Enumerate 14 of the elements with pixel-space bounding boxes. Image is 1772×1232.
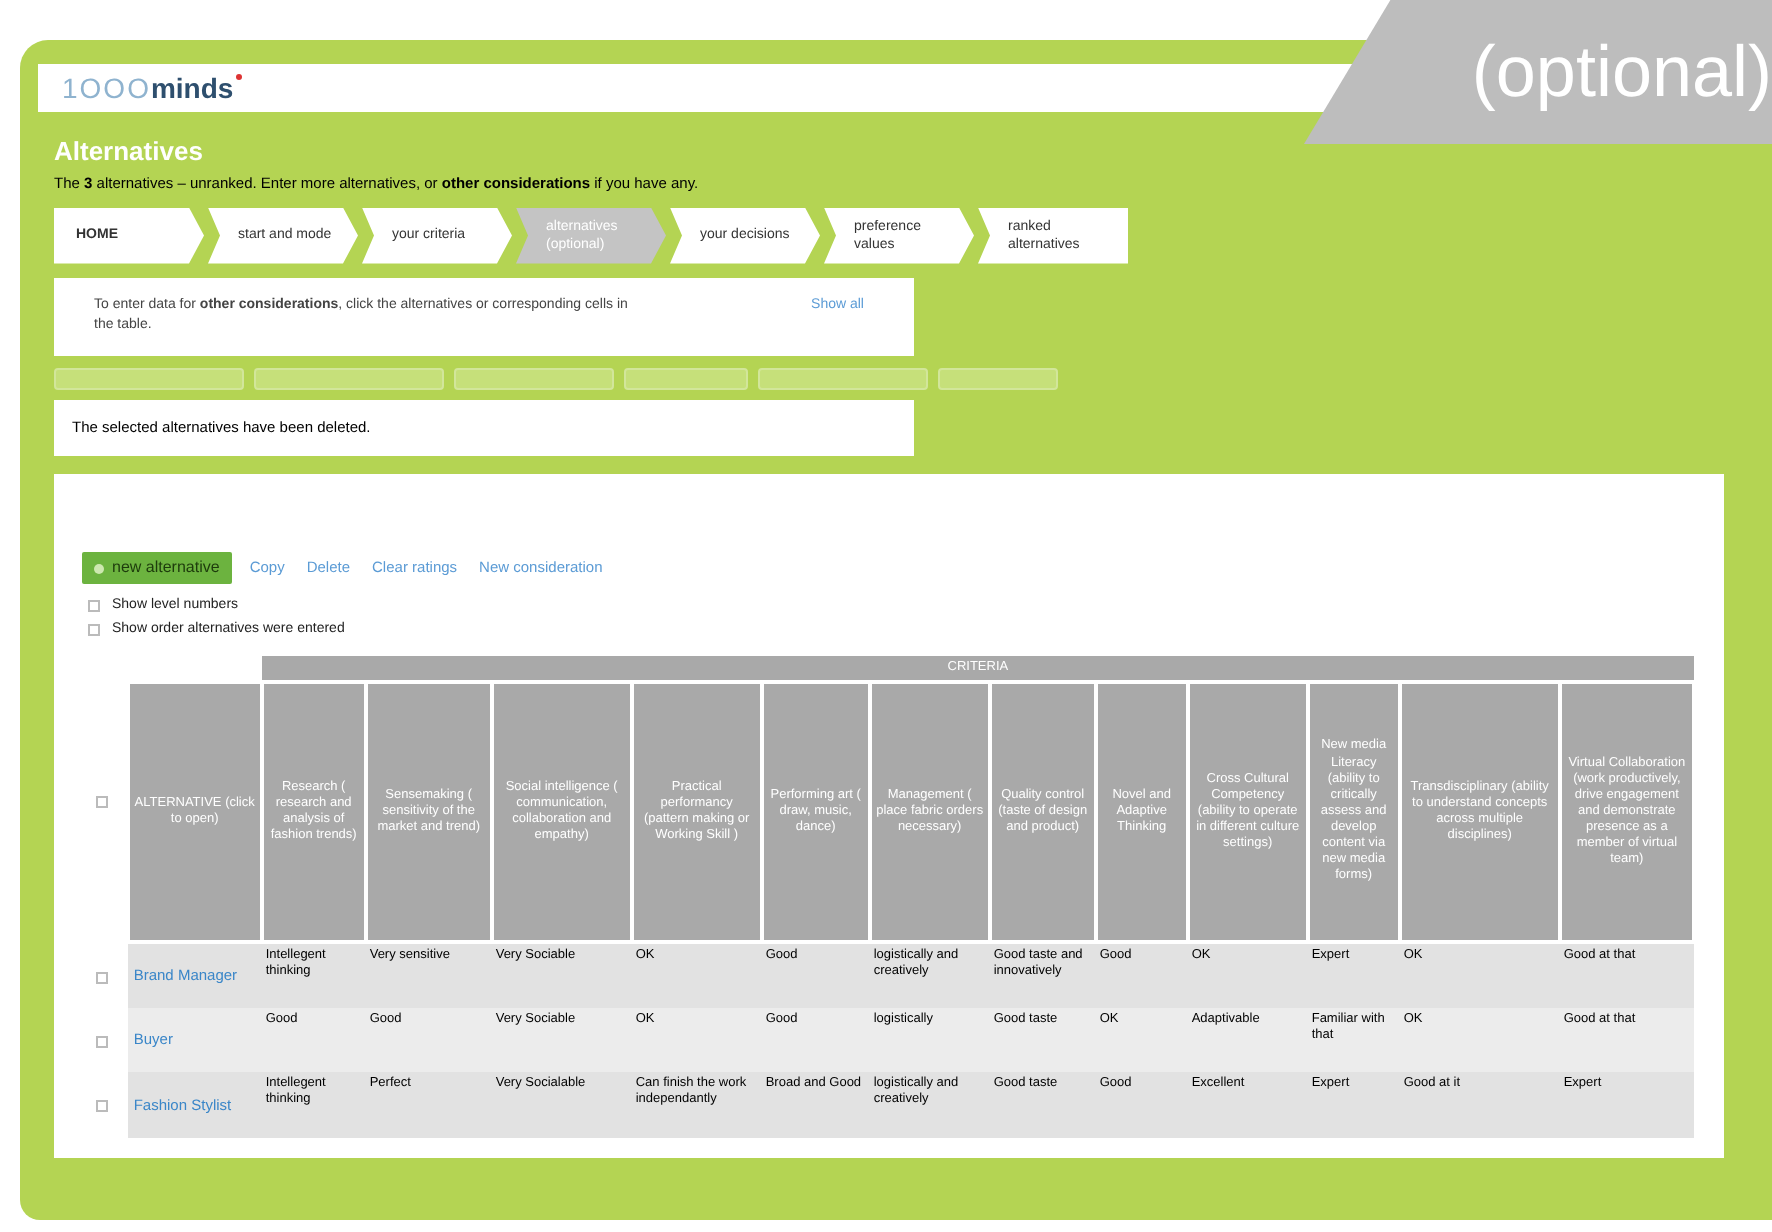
checkbox[interactable]	[96, 1036, 108, 1048]
toolbar-tab[interactable]	[938, 367, 1058, 390]
toolbar-tab[interactable]	[254, 367, 444, 390]
toolbar-tab[interactable]	[54, 367, 244, 390]
checkbox[interactable]	[96, 972, 108, 984]
toolbar-tab[interactable]	[454, 367, 614, 390]
logo: 1OOOminds	[62, 67, 242, 109]
toolbar-tab[interactable]	[624, 367, 748, 390]
callout-label: (optional)	[1304, 0, 1772, 144]
new-alternative-button[interactable]: new alternative	[82, 552, 232, 584]
checkbox[interactable]	[88, 600, 100, 613]
toolbar-tab[interactable]	[758, 367, 928, 390]
checkbox[interactable]	[96, 1100, 108, 1112]
page-title: Alternatives	[54, 134, 205, 170]
